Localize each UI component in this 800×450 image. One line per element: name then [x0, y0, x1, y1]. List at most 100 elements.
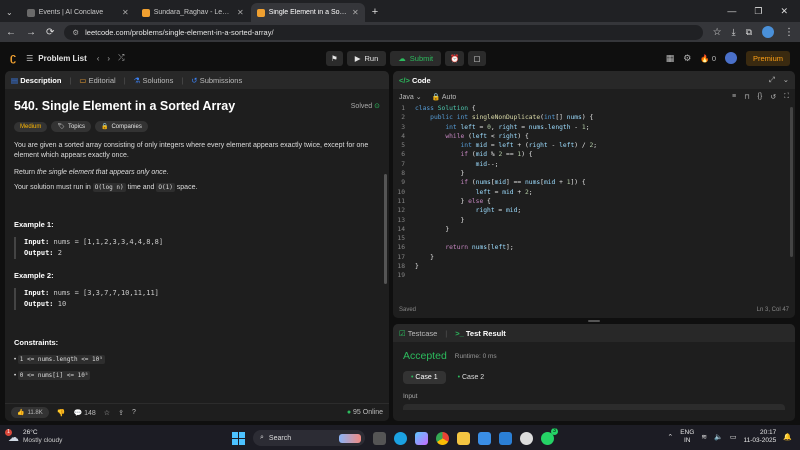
code-editor[interactable]: 1 class Solution { 2 public int singleNon… — [393, 104, 795, 281]
case-2-tab[interactable]: • Case 2 — [452, 371, 491, 384]
close-icon[interactable]: ✕ — [122, 8, 129, 17]
new-tab-button[interactable]: + — [366, 3, 384, 22]
language-indicator[interactable]: ENG IN — [680, 429, 694, 445]
dislike-icon[interactable]: 👎 — [57, 409, 66, 417]
tab-testcase[interactable]: ☑ Testcase — [399, 329, 437, 338]
browser-tab-events[interactable]: Events | AI Conclave ✕ — [21, 3, 135, 22]
browser-tab-problem[interactable]: Single Element in a Sorted Arra ✕ — [250, 3, 365, 22]
show-hidden-icons[interactable]: ⌃ — [667, 433, 673, 441]
wifi-icon[interactable]: ≋ — [701, 433, 707, 441]
input-label: Input — [403, 393, 418, 400]
difficulty-badge[interactable]: Medium — [14, 121, 48, 132]
edge-browser-icon[interactable] — [394, 431, 407, 445]
forward-icon[interactable]: → — [26, 27, 36, 38]
braces-icon[interactable]: {} — [758, 93, 763, 101]
debug-icon[interactable]: ⚑ — [326, 50, 343, 66]
vscode-icon[interactable] — [499, 431, 512, 445]
problem-list-link[interactable]: Problem List — [38, 54, 86, 63]
tab-solutions[interactable]: ⚗ Solutions — [134, 76, 174, 85]
tab-title: Sundara_Raghav - LeetCode Pr — [153, 9, 233, 16]
expand-icon[interactable]: ⤢ — [769, 75, 775, 85]
submit-button[interactable]: ☁ Submit — [390, 50, 442, 66]
taskbar-search-input[interactable]: ⌕ Search — [253, 430, 365, 446]
site-info-icon[interactable]: ⚙ — [72, 28, 79, 37]
tab-editorial[interactable]: ▭ Editorial — [79, 76, 115, 85]
tab-submissions[interactable]: ↺ Submissions — [191, 76, 242, 85]
panel-resize-handle[interactable] — [588, 320, 600, 322]
clock[interactable]: 20:17 11-03-2025 — [744, 429, 777, 445]
windows-start-icon[interactable] — [232, 431, 245, 445]
layout-icon[interactable]: ▦ — [666, 53, 675, 64]
language-select[interactable]: Java ⌄ — [399, 93, 422, 101]
code-line: 12 right = mid; — [397, 207, 522, 215]
bookmark-icon[interactable]: ⊓ — [744, 93, 749, 101]
url-input[interactable]: ⚙ leetcode.com/problems/single-element-i… — [64, 24, 703, 40]
solved-badge: Solved ⊙ — [350, 103, 380, 110]
next-problem-icon[interactable]: › — [107, 54, 110, 63]
temperature: 26°C — [23, 429, 38, 436]
favorite-star-icon[interactable]: ☆ — [104, 409, 110, 417]
tab-description[interactable]: ▤ Description — [11, 76, 61, 85]
format-icon[interactable]: ≡ — [732, 93, 736, 101]
reset-icon[interactable]: ↺ — [770, 93, 776, 101]
problem-complexity: Your solution must run in O(log n) time … — [14, 183, 198, 192]
description-scrollbar[interactable] — [384, 174, 387, 284]
profile-avatar[interactable] — [762, 26, 774, 38]
like-button[interactable]: 👍 11.8K — [11, 407, 49, 418]
tab-search-icon[interactable]: ⌄ — [4, 8, 21, 22]
whiteboard-icon[interactable]: ▢ — [468, 50, 486, 66]
code-line: 16 return nums[left]; — [397, 244, 514, 252]
reload-icon[interactable]: ⟳ — [46, 27, 54, 38]
whatsapp-badge: 3 — [551, 427, 558, 435]
notes-icon[interactable]: ⏰ — [445, 50, 465, 66]
streak-counter[interactable]: 🔥 0 — [700, 54, 716, 63]
share-icon[interactable]: ⇪ — [118, 409, 124, 417]
code-line: 8 } — [401, 170, 465, 178]
back-icon[interactable]: ← — [6, 27, 16, 38]
prev-problem-icon[interactable]: ‹ — [97, 54, 100, 63]
copilot-icon[interactable] — [415, 431, 428, 445]
code-line: 4 while (left < right) { — [401, 132, 529, 140]
settings-gear-icon[interactable]: ⚙ — [683, 53, 691, 64]
menu-icon[interactable]: ⋮ — [784, 27, 794, 38]
close-icon[interactable]: ✕ — [352, 8, 359, 17]
bookmark-star-icon[interactable]: ☆ — [713, 27, 722, 38]
comments-button[interactable]: 💬 148 — [73, 409, 95, 417]
user-avatar[interactable] — [724, 52, 737, 64]
case-1-tab[interactable]: • Case 1 — [403, 371, 446, 384]
leetcode-logo-icon[interactable]: ʗ — [10, 52, 16, 64]
tab-test-result[interactable]: >_ Test Result — [455, 329, 506, 338]
premium-button[interactable]: Premium — [745, 50, 790, 66]
run-button[interactable]: ▶ Run — [346, 50, 387, 66]
tab-title: Single Element in a Sorted Arra — [268, 9, 348, 16]
fullscreen-icon[interactable]: ⛶ — [784, 93, 789, 101]
battery-icon[interactable]: ▭ — [730, 433, 737, 441]
auto-toggle[interactable]: 🔒 Auto — [432, 93, 457, 101]
extensions-icon[interactable]: ⧉ — [746, 27, 752, 38]
tab-code[interactable]: </> Code — [399, 76, 431, 85]
more-icon[interactable]: ⌄ — [783, 75, 789, 85]
topics-chip[interactable]: 🏷 Topics — [51, 121, 91, 132]
browser-tab-profile[interactable]: Sundara_Raghav - LeetCode Pr ✕ — [136, 3, 250, 22]
maximize-icon[interactable]: ❐ — [754, 6, 762, 17]
file-explorer-icon[interactable] — [457, 431, 470, 445]
close-icon[interactable]: ✕ — [237, 8, 244, 17]
lock-icon: 🔒 — [100, 124, 109, 130]
download-icon[interactable]: ⤓ — [732, 27, 736, 38]
notification-bell-icon[interactable]: 🔔 — [783, 433, 792, 441]
example-2-block: Input: nums = [3,3,7,7,10,11,11] Output:… — [14, 288, 380, 310]
close-window-icon[interactable]: ✕ — [780, 6, 788, 17]
weather-widget[interactable]: ☁ 1 26°C Mostly cloudy — [5, 428, 62, 445]
chatgpt-icon[interactable] — [520, 431, 533, 445]
companies-chip[interactable]: 🔒 Companies — [94, 121, 148, 132]
task-view-icon[interactable] — [373, 431, 386, 445]
minimize-icon[interactable]: — — [727, 6, 736, 16]
help-icon[interactable]: ? — [132, 409, 136, 416]
shuffle-icon[interactable]: ⤮ — [118, 53, 124, 63]
store-icon[interactable] — [478, 431, 491, 445]
chrome-icon[interactable] — [436, 431, 449, 445]
code-line: 3 int left = 0, right = nums.length - 1; — [401, 123, 590, 131]
volume-icon[interactable]: 🔈 — [714, 433, 723, 441]
whatsapp-icon[interactable]: 3 — [541, 427, 558, 445]
code-scrollbar[interactable] — [790, 107, 793, 257]
